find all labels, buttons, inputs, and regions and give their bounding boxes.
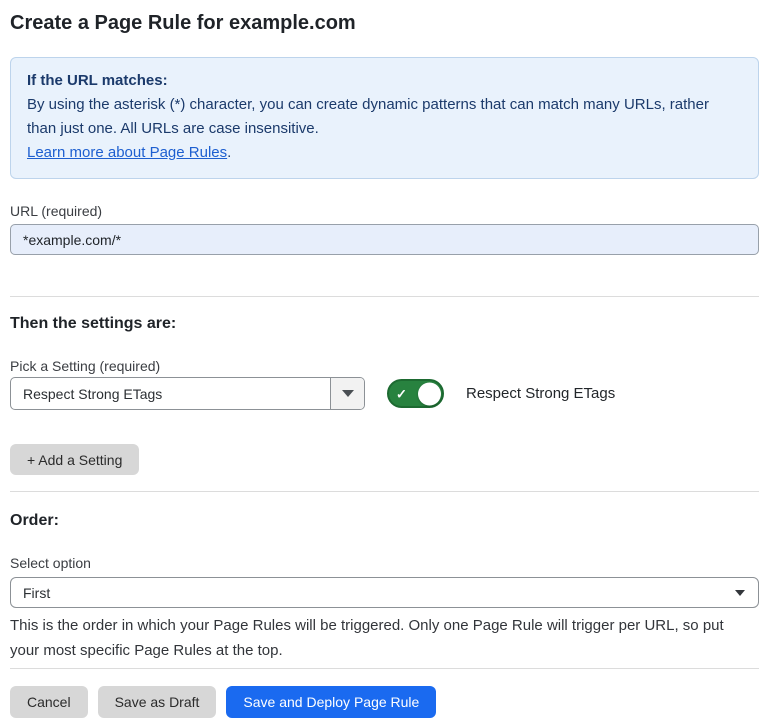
footer-actions: Cancel Save as Draft Save and Deploy Pag… <box>10 686 759 718</box>
info-box-link-line: Learn more about Page Rules. <box>27 141 742 165</box>
toggle-knob <box>418 382 441 405</box>
info-box-body: By using the asterisk (*) character, you… <box>27 93 742 141</box>
etags-toggle[interactable] <box>387 379 444 408</box>
page-rule-form: Create a Page Rule for example.com If th… <box>0 10 769 718</box>
order-help-text: This is the order in which your Page Rul… <box>10 613 755 663</box>
add-setting-button[interactable]: + Add a Setting <box>10 444 139 475</box>
url-input[interactable] <box>10 224 759 255</box>
cancel-button[interactable]: Cancel <box>10 686 88 718</box>
check-icon <box>396 387 407 400</box>
setting-select-value: Respect Strong ETags <box>11 378 330 409</box>
link-suffix: . <box>227 144 231 161</box>
order-select-label: Select option <box>10 554 759 572</box>
section-divider <box>10 491 759 492</box>
etags-toggle-label: Respect Strong ETags <box>466 385 615 402</box>
order-select-value: First <box>23 585 50 601</box>
settings-section-heading: Then the settings are: <box>10 314 759 334</box>
setting-select-arrow-button[interactable] <box>330 378 364 409</box>
section-divider <box>10 296 759 297</box>
page-title: Create a Page Rule for example.com <box>10 10 759 36</box>
setting-select[interactable]: Respect Strong ETags <box>10 377 365 410</box>
url-field-label: URL (required) <box>10 202 759 220</box>
save-deploy-button[interactable]: Save and Deploy Page Rule <box>226 686 436 718</box>
order-select[interactable]: First <box>10 577 759 608</box>
setting-row: Respect Strong ETags Respect Strong ETag… <box>10 377 759 410</box>
chevron-down-icon <box>342 390 354 397</box>
chevron-down-icon <box>735 590 745 596</box>
learn-more-link[interactable]: Learn more about Page Rules <box>27 144 227 161</box>
url-match-info-box: If the URL matches: By using the asteris… <box>10 57 759 179</box>
pick-setting-label: Pick a Setting (required) <box>10 357 759 375</box>
footer-divider <box>10 668 759 669</box>
info-box-heading: If the URL matches: <box>27 69 742 93</box>
save-draft-button[interactable]: Save as Draft <box>98 686 217 718</box>
order-section-heading: Order: <box>10 511 759 531</box>
